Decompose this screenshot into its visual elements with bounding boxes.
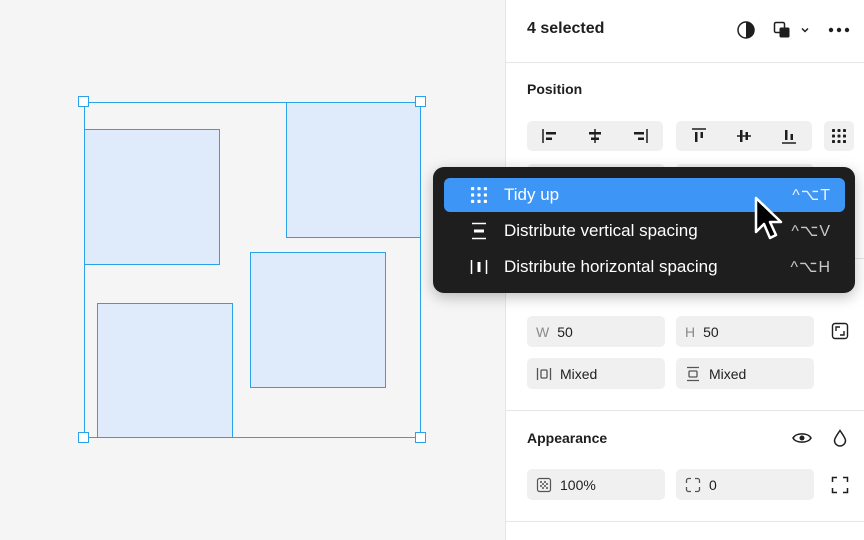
menu-item-shortcut: ^⌥T <box>792 187 831 204</box>
mouse-pointer-icon <box>754 196 786 249</box>
position-section-title: Position <box>527 81 583 97</box>
opacity-icon <box>536 477 552 492</box>
width-value: 50 <box>557 323 573 340</box>
horizontal-gap-field[interactable]: Mixed <box>527 358 665 389</box>
rectangle-shape-2[interactable] <box>286 102 421 238</box>
grid-dots-icon <box>832 129 846 143</box>
selection-count-title: 4 selected <box>527 20 605 37</box>
menu-item-shortcut: ^⌥H <box>790 259 831 276</box>
tidy-up-button[interactable] <box>824 121 854 151</box>
align-left-icon[interactable] <box>527 121 572 151</box>
constrain-proportions-icon[interactable] <box>829 320 851 342</box>
rectangle-shape-1[interactable] <box>84 129 220 265</box>
design-canvas[interactable] <box>0 0 506 540</box>
opacity-field[interactable]: 100% <box>527 469 665 500</box>
divider <box>506 62 864 63</box>
resize-handle-bottom-right[interactable] <box>415 432 426 443</box>
resize-handle-top-left[interactable] <box>78 96 89 107</box>
align-bottom-icon[interactable] <box>766 121 811 151</box>
height-value: 50 <box>703 323 719 340</box>
distribute-menu: Tidy up ^⌥T Distribute vertical spacing … <box>433 167 855 293</box>
horizontal-gap-icon <box>536 367 552 380</box>
contrast-icon[interactable] <box>735 19 757 41</box>
width-label: W <box>536 323 550 340</box>
divider <box>506 410 864 411</box>
drop-icon[interactable] <box>829 427 851 449</box>
resize-handle-top-right[interactable] <box>415 96 426 107</box>
vertical-gap-value: Mixed <box>709 365 747 382</box>
distribute-horizontal-icon <box>468 256 490 278</box>
appearance-section-title: Appearance <box>527 430 608 446</box>
menu-item-label: Distribute horizontal spacing <box>504 257 718 276</box>
vertical-gap-icon <box>687 366 699 381</box>
align-right-icon[interactable] <box>617 121 662 151</box>
distribute-vertical-icon <box>468 220 490 242</box>
horizontal-align-group <box>527 121 663 151</box>
component-icon[interactable] <box>771 19 793 41</box>
vertical-gap-field[interactable]: Mixed <box>676 358 814 389</box>
independent-corners-icon[interactable] <box>829 474 851 496</box>
align-top-icon[interactable] <box>676 121 721 151</box>
menu-item-label: Distribute vertical spacing <box>504 221 698 240</box>
opacity-value: 100% <box>560 476 596 493</box>
rectangle-shape-4[interactable] <box>97 303 233 438</box>
horizontal-gap-value: Mixed <box>560 365 598 382</box>
chevron-down-icon[interactable] <box>798 19 812 41</box>
height-field[interactable]: H 50 <box>676 316 814 347</box>
vertical-align-group <box>676 121 812 151</box>
width-field[interactable]: W 50 <box>527 316 665 347</box>
more-options-icon[interactable] <box>828 19 850 41</box>
align-vertical-center-icon[interactable] <box>721 121 766 151</box>
menu-item-distribute-horizontal[interactable]: Distribute horizontal spacing ^⌥H <box>444 250 845 284</box>
menu-item-shortcut: ^⌥V <box>791 223 831 240</box>
divider <box>506 521 864 522</box>
eye-icon[interactable] <box>791 427 813 449</box>
grid-dots-icon <box>468 184 490 206</box>
corner-radius-value: 0 <box>709 476 717 493</box>
height-label: H <box>685 323 696 340</box>
rectangle-shape-3[interactable] <box>250 252 386 388</box>
menu-item-label: Tidy up <box>504 185 560 204</box>
corner-radius-field[interactable]: 0 <box>676 469 814 500</box>
corner-radius-icon <box>685 477 701 492</box>
resize-handle-bottom-left[interactable] <box>78 432 89 443</box>
align-horizontal-center-icon[interactable] <box>572 121 617 151</box>
